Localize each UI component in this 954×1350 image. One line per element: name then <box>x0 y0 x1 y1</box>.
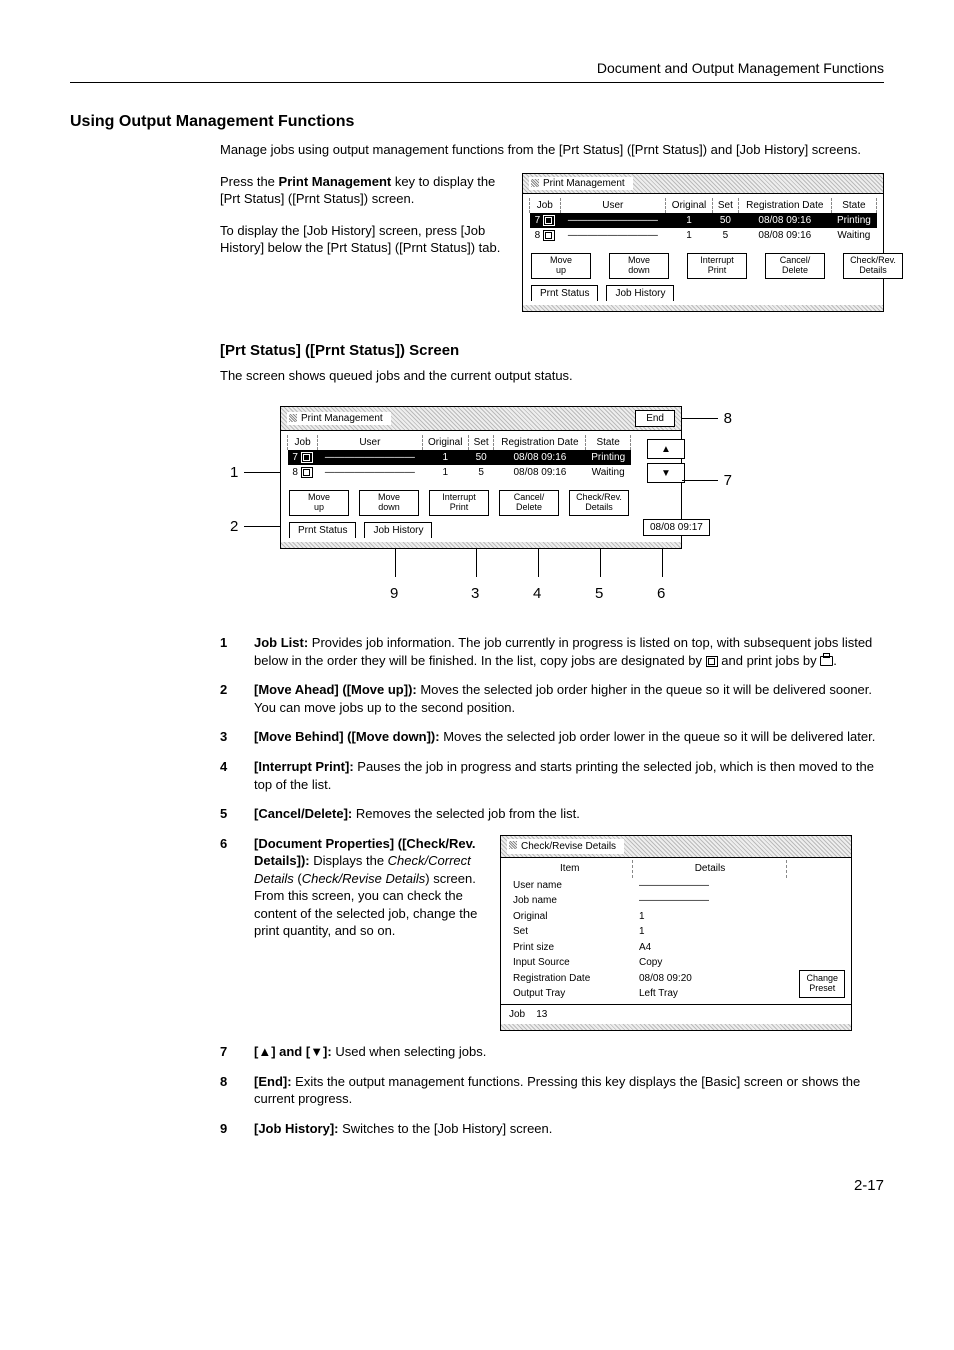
panel-title: Check/Revise Details <box>507 839 624 855</box>
details-table: ItemDetails User name———————Job name————… <box>507 860 787 1002</box>
table-row: Output TrayLeft Tray <box>507 986 787 1002</box>
desc-2: 2 [Move Ahead] ([Move up]): Moves the se… <box>220 681 884 716</box>
callout-8: 8 <box>724 410 732 427</box>
section-title: Using Output Management Functions <box>70 113 884 131</box>
table-row[interactable]: 8 —————————1508/08 09:16Waiting <box>530 228 877 243</box>
desc-5: 5 [Cancel/Delete]: Removes the selected … <box>220 805 884 823</box>
job-number: 13 <box>536 1009 547 1020</box>
table-row: Set1 <box>507 924 787 940</box>
end-button[interactable]: End <box>635 410 675 427</box>
table-row: Print sizeA4 <box>507 940 787 956</box>
job-label: Job <box>509 1009 525 1020</box>
callout-4: 4 <box>533 585 541 602</box>
running-header: Document and Output Management Functions <box>70 60 884 76</box>
desc-8: 8 [End]: Exits the output management fun… <box>220 1073 884 1108</box>
print-management-screen: Print Management Job User Original Set R… <box>522 173 884 312</box>
table-row[interactable]: 8 —————————1508/08 09:16Waiting <box>288 465 631 480</box>
desc-4: 4 [Interrupt Print]: Pauses the job in p… <box>220 758 884 793</box>
job-list-table: JobUserOriginalSetRegistration DateState… <box>287 435 631 480</box>
table-row[interactable]: 7 —————————15008/08 09:16Printing <box>288 450 631 465</box>
callout-6: 6 <box>657 585 665 602</box>
desc-1: 1 Job List: Provides job information. Th… <box>220 634 884 669</box>
callout-2: 2 <box>230 518 238 535</box>
move-up-button[interactable]: Move up <box>289 490 349 516</box>
callout-7: 7 <box>724 472 732 489</box>
interrupt-print-button[interactable]: Interrupt Print <box>429 490 489 516</box>
move-up-button[interactable]: Move up <box>531 253 591 279</box>
print-icon <box>820 656 833 666</box>
intro-paragraph: Manage jobs using output management func… <box>220 141 884 159</box>
callout-5: 5 <box>595 585 603 602</box>
table-row: User name——————— <box>507 878 787 894</box>
arrow-down-button[interactable]: ▼ <box>647 463 685 483</box>
table-row: Input SourceCopy <box>507 955 787 971</box>
cancel-delete-button[interactable]: Cancel/ Delete <box>765 253 825 279</box>
table-row[interactable]: 7 —————————15008/08 09:16Printing <box>530 213 877 228</box>
copy-icon <box>301 467 313 478</box>
callout-3: 3 <box>471 585 479 602</box>
move-down-button[interactable]: Move down <box>609 253 669 279</box>
desc-6: 6 [Document Properties] ([Check/Rev. Det… <box>220 835 884 1032</box>
copy-icon <box>301 452 313 463</box>
move-down-button[interactable]: Move down <box>359 490 419 516</box>
clock: 08/08 09:17 <box>643 519 710 536</box>
page-number: 2-17 <box>70 1177 884 1194</box>
table-row: Original1 <box>507 909 787 925</box>
desc-3: 3 [Move Behind] ([Move down]): Moves the… <box>220 728 884 746</box>
desc-9: 9 [Job History]: Switches to the [Job Hi… <box>220 1120 884 1138</box>
tab-job-history[interactable]: Job History <box>606 285 674 301</box>
change-preset-button[interactable]: Change Preset <box>799 970 845 998</box>
subsection-title: [Prt Status] ([Prnt Status]) Screen <box>220 342 884 359</box>
job-list-table: Job User Original Set Registration Date … <box>529 198 877 243</box>
copy-icon <box>706 656 718 667</box>
arrow-up-button[interactable]: ▲ <box>647 439 685 459</box>
table-row: Registration Date08/08 09:20 <box>507 971 787 987</box>
desc-7: 7 [▲] and [▼]: Used when selecting jobs. <box>220 1043 884 1061</box>
header-rule <box>70 82 884 83</box>
print-management-screen-full: Print Management End JobUserOriginalSetR… <box>280 406 682 549</box>
check-rev-details-button[interactable]: Check/Rev. Details <box>843 253 903 279</box>
tab-prnt-status[interactable]: Prnt Status <box>531 285 598 301</box>
copy-icon <box>543 230 555 241</box>
cancel-delete-button[interactable]: Cancel/ Delete <box>499 490 559 516</box>
tab-prnt-status[interactable]: Prnt Status <box>289 522 356 538</box>
callout-9: 9 <box>390 585 398 602</box>
table-row: Job name——————— <box>507 893 787 909</box>
check-revise-details-screen: Check/Revise Details ItemDetails User na… <box>500 835 852 1032</box>
subsection-intro: The screen shows queued jobs and the cur… <box>220 367 884 385</box>
panel-title: Print Management <box>287 412 391 425</box>
copy-icon <box>543 215 555 226</box>
step-paragraph-1: Press the Print Management key to displa… <box>220 173 502 208</box>
check-rev-details-button[interactable]: Check/Rev. Details <box>569 490 629 516</box>
interrupt-print-button[interactable]: Interrupt Print <box>687 253 747 279</box>
tab-job-history[interactable]: Job History <box>364 522 432 538</box>
panel-title: Print Management <box>529 177 633 190</box>
step-paragraph-2: To display the [Job History] screen, pre… <box>220 222 502 257</box>
callout-1: 1 <box>230 464 238 481</box>
